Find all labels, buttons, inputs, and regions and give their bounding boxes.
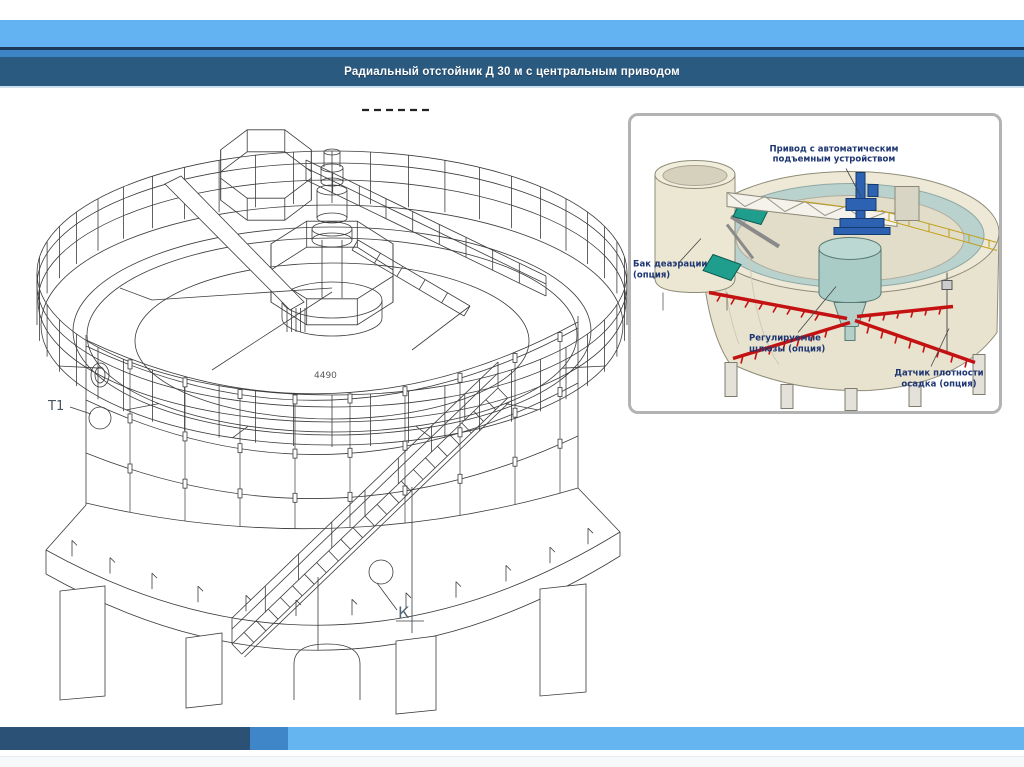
deaeration-tank-opening [662, 165, 728, 186]
slide-root: Радиальный отстойник Д 30 м с центральны… [0, 0, 1024, 767]
inset-diagram-panel: Привод с автоматическим подъемным устрой… [628, 113, 1002, 414]
footer-segment-light [288, 727, 1024, 750]
feedwell-rim [818, 237, 882, 260]
label-drive-line2: подъемным устройством [773, 155, 896, 165]
label-sensor-line1: Датчик плотности [894, 369, 983, 379]
dimension-label: 4490 [314, 371, 337, 381]
footer-segment-dark [0, 727, 250, 750]
control-cabinet [894, 186, 920, 221]
bottom-strip [0, 756, 1024, 767]
label-deaeration-line2: (опция) [633, 271, 670, 281]
callout-t1: Т1 [47, 399, 64, 414]
top-medium-bar [0, 50, 1024, 57]
clarifier-scheme-diagram: Привод с автоматическим подъемным устрой… [633, 145, 999, 411]
label-sluices-line2: шлюзы (опция) [749, 345, 825, 355]
label-drive-line1: Привод с автоматическим [770, 145, 899, 155]
wireframe-lines [36, 108, 628, 715]
label-deaeration-line1: Бак деаэрации [633, 260, 707, 270]
label-sensor-line2: осадка (опция) [901, 380, 976, 390]
label-sluices-line1: Регулируемые [749, 334, 821, 344]
density-sensor-head [941, 280, 953, 290]
slide-title: Радиальный отстойник Д 30 м с центральны… [344, 65, 680, 78]
footer-bar [0, 727, 1024, 750]
scraper-shaft [844, 326, 856, 341]
title-bar: Радиальный отстойник Д 30 м с центральны… [0, 57, 1024, 88]
callout-k: К [398, 603, 410, 622]
footer-segment-mid [250, 727, 288, 750]
top-accent-bar [0, 20, 1024, 47]
